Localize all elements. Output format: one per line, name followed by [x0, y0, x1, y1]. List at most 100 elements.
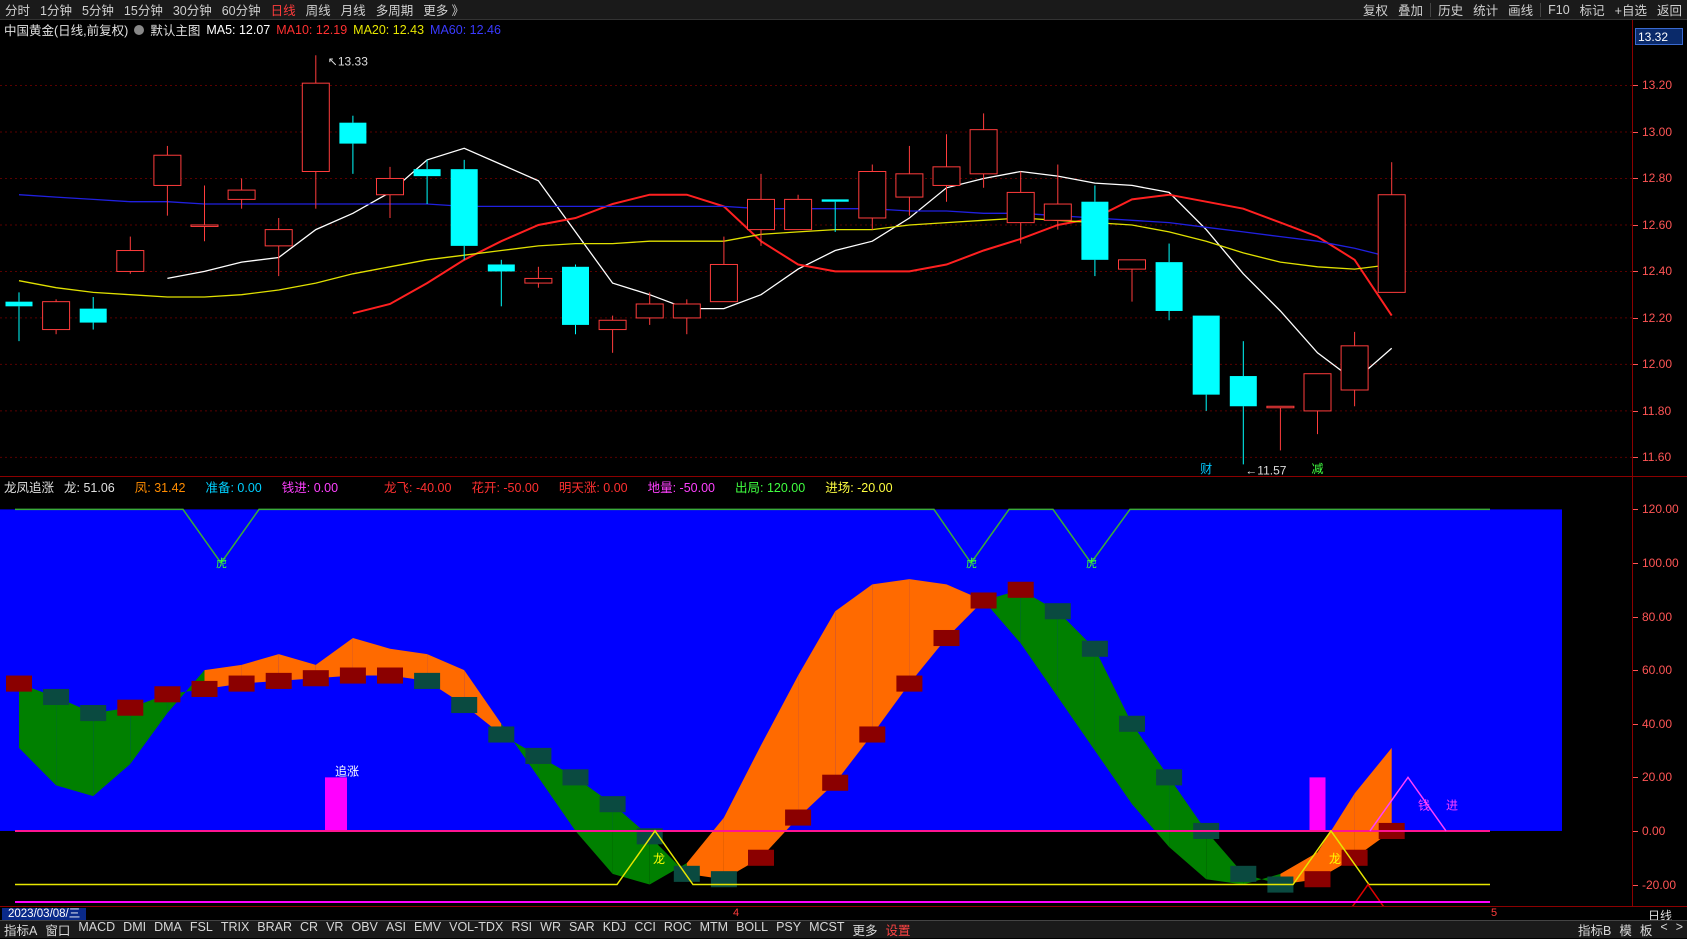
indicator-tab-22[interactable]: PSY — [772, 920, 805, 939]
indicator-tab-9[interactable]: VR — [322, 920, 347, 939]
dragon-bar — [377, 667, 403, 684]
ma60-value: MA60: 12.46 — [430, 22, 501, 37]
dragon-bar — [970, 592, 997, 609]
period-tab-3[interactable]: 15分钟 — [119, 0, 168, 19]
indicator-info-bar: 龙凤追涨 龙: 51.06 凤: 31.42 准备: 0.00 钱进: 0.00… — [0, 477, 1687, 496]
tab-right-2[interactable]: 板 — [1636, 920, 1657, 939]
dragon-bar — [1304, 871, 1331, 888]
indicator-tab-2[interactable]: MACD — [74, 920, 119, 939]
candle-body-up — [1377, 194, 1406, 293]
indicator-tab-3[interactable]: DMI — [119, 920, 150, 939]
candle-body-down — [1229, 376, 1257, 407]
dragon-bar — [1007, 581, 1034, 598]
toolbar-button-6[interactable]: 标记 — [1575, 0, 1610, 19]
candlestick-chart[interactable]: ↖13.33 ←11.57 财 减 — [0, 39, 1632, 476]
indicator-tab-bar: 指标A 窗口 MACD DMI DMA FSL TRIX BRAR CR VR OBV ASI EMV V… — [0, 920, 1687, 938]
indicator-tab-23[interactable]: MCST — [805, 920, 848, 939]
main-info-bar: 中国黄金(日线,前复权) 默认主图 MA5: 12.07 MA10: 12.19… — [0, 20, 1687, 39]
indicator-tab-12[interactable]: EMV — [410, 920, 445, 939]
candle — [376, 166, 404, 218]
indicator-tab-18[interactable]: CCI — [630, 920, 660, 939]
period-tab-5[interactable]: 60分钟 — [217, 0, 266, 19]
dragon-bar — [228, 675, 255, 692]
template-name[interactable]: 默认主图 — [150, 20, 200, 39]
period-tab-7[interactable]: 周线 — [301, 0, 336, 19]
indicator-tab-20[interactable]: MTM — [696, 920, 732, 939]
tiger-label: 虎 — [216, 557, 227, 570]
indicator-tab-1[interactable]: 窗口 — [41, 920, 74, 939]
indicator-tab-10[interactable]: OBV — [347, 920, 381, 939]
dragon-bar — [748, 849, 774, 866]
security-name[interactable]: 中国黄金(日线,前复权) — [4, 20, 128, 39]
tab-right-4[interactable]: > — [1672, 920, 1687, 939]
tab-right-3[interactable]: < — [1656, 920, 1671, 939]
indicator-tab-17[interactable]: KDJ — [599, 920, 631, 939]
indicator-tab-4[interactable]: DMA — [150, 920, 186, 939]
tab-right-1[interactable]: 模 — [1615, 920, 1636, 939]
price-tick: 11.80 — [1632, 403, 1672, 418]
toolbar-button-3[interactable]: 统计 — [1468, 0, 1503, 19]
candle-body-down — [339, 122, 367, 144]
top-toolbar: 分时 1分钟 5分钟 15分钟 30分钟 60分钟 日线 周线 月线 多周期 更多 》 复权 叠加 历史… — [0, 0, 1687, 20]
ma10-value: MA10: 12.19 — [276, 22, 348, 37]
high-price-label: ↖13.33 — [328, 54, 368, 68]
toolbar-button-1[interactable]: 叠加 — [1393, 0, 1428, 19]
period-tab-2[interactable]: 5分钟 — [77, 0, 119, 19]
candle-body-up — [969, 129, 998, 175]
indicator-name[interactable]: 龙凤追涨 — [4, 477, 54, 496]
candle — [672, 299, 701, 335]
dragon-bar — [896, 675, 923, 692]
toolbar-button-0[interactable]: 复权 — [1358, 0, 1393, 19]
dragon-bar — [117, 699, 144, 716]
period-tab-0[interactable]: 分时 — [0, 0, 35, 19]
indicator-tab-16[interactable]: SAR — [565, 920, 599, 939]
toolbar-button-7[interactable]: +自选 — [1610, 0, 1652, 19]
period-tab-6[interactable]: 日线 — [266, 0, 301, 19]
candle — [562, 264, 589, 335]
candle — [1229, 341, 1257, 465]
indicator-tick: 120.00 — [1633, 502, 1679, 517]
indicator-tab-5[interactable]: FSL — [186, 920, 217, 939]
period-tab-4[interactable]: 30分钟 — [168, 0, 217, 19]
indicator-tab-25[interactable]: 设置 — [882, 920, 915, 939]
indicator-tab-6[interactable]: TRIX — [217, 920, 253, 939]
indicator-chart[interactable]: 追涨虎虎虎龙龙钱进CCI买点 — [0, 496, 1632, 906]
toolbar-button-2[interactable]: 历史 — [1433, 0, 1468, 19]
candle — [784, 194, 813, 231]
dragon-bar — [525, 747, 552, 764]
settings-icon[interactable] — [134, 24, 145, 35]
toolbar-button-8[interactable]: 返回 — [1652, 0, 1687, 19]
dragon-bar — [265, 672, 292, 689]
indicator-tab-11[interactable]: ASI — [382, 920, 410, 939]
candle-body-up — [1043, 203, 1072, 221]
ma-line-ma60 — [18, 194, 1392, 259]
period-tab-9[interactable]: 多周期 — [371, 0, 419, 19]
dragon-bar — [785, 809, 812, 826]
candle — [747, 173, 775, 246]
period-tab-8[interactable]: 月线 — [336, 0, 371, 19]
candle — [79, 297, 107, 330]
indicator-tab-13[interactable]: VOL-TDX — [445, 920, 507, 939]
toolbar-button-4[interactable]: 画线 — [1503, 0, 1538, 19]
indicator-tab-19[interactable]: ROC — [660, 920, 696, 939]
candle-body-up — [895, 173, 924, 198]
indicator-tab-24[interactable]: 更多 — [849, 920, 882, 939]
indicator-tab-14[interactable]: RSI — [507, 920, 536, 939]
indicator-axis: 120.00 100.00 80.00 60.00 40.00 20.00 0.00 -20.… — [1632, 477, 1687, 906]
tab-right-0[interactable]: 指标B — [1574, 920, 1615, 939]
dragon-fly-value: 龙飞: -40.00 — [384, 481, 452, 495]
candle-body-down — [450, 169, 478, 246]
dragon-bar — [1156, 769, 1183, 786]
period-tab-1[interactable]: 1分钟 — [35, 0, 77, 19]
indicator-tab-8[interactable]: CR — [296, 920, 322, 939]
candle — [1081, 185, 1109, 277]
toolbar-button-5[interactable]: F10 — [1543, 3, 1575, 17]
candle — [598, 315, 627, 353]
indicator-tab-7[interactable]: BRAR — [253, 920, 296, 939]
indicator-tab-21[interactable]: BOLL — [732, 920, 772, 939]
dragon-value: 龙: 51.06 — [64, 481, 115, 495]
period-tab-10[interactable]: 更多 》 — [418, 0, 469, 19]
dragon-bar — [673, 865, 700, 882]
indicator-tab-15[interactable]: WR — [536, 920, 565, 939]
indicator-tab-0[interactable]: 指标A — [0, 920, 41, 939]
